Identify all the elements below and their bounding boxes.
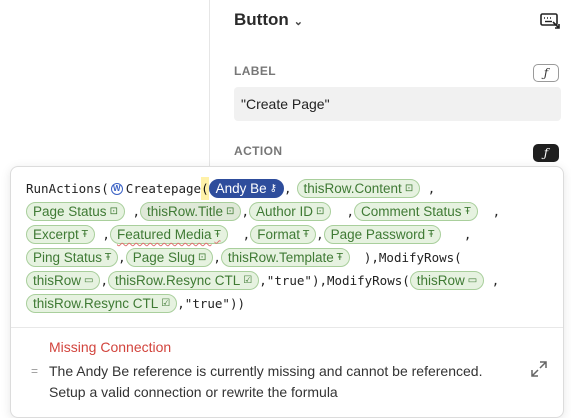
formula-text: , [227,227,251,242]
formula-pill[interactable]: thisRow ▭ [26,271,101,290]
formula-text: , [100,273,108,288]
text-type-icon: Ŧ [302,228,310,240]
pill-label: Ping Status [33,250,103,265]
formula-pill[interactable]: Excerpt Ŧ [26,225,95,244]
formula-text: , [477,204,501,219]
formula-pill-user[interactable]: Andy Be ⚷ [208,179,284,198]
formula-text: , [94,227,110,242]
pill-label: Format [257,227,300,242]
formula-pill[interactable]: thisRow.Resync CTL ☑ [108,271,260,290]
expand-icon[interactable] [530,360,548,378]
chevron-down-icon: ⌄ [293,15,303,28]
text-field-icon: ⊡ [198,251,207,263]
formula-editor-popup: RunActions( W Createpage ( Andy Be ⚷ , th… [10,166,564,418]
error-message: The Andy Be reference is currently missi… [49,363,483,400]
formula-pill[interactable]: Page Status ⊡ [26,202,125,221]
formula-line-6: thisRow.Resync CTL ☑ ,"true")) [26,292,556,315]
formula-text: , [213,250,221,265]
formula-line-2: Page Status ⊡ , thisRow.Title ⊡ , Author I… [26,200,556,223]
formula-text: ,"true"),ModifyRows( [259,273,410,288]
formula-text: , [283,181,292,196]
panel-title-text: Button [234,10,289,29]
formula-text: , [484,273,500,288]
pill-label: thisRow.Content [303,181,402,196]
pill-label: thisRow.Template [227,250,334,265]
text-type-icon: Ŧ [81,228,88,240]
formula-pill[interactable]: thisRow ▭ [409,271,485,290]
formula-pill[interactable]: Ping Status Ŧ [26,248,119,267]
text-type-icon: Ŧ [464,205,471,217]
formula-text: ),ModifyRows( [363,250,462,265]
formula-text: , [316,227,324,242]
pill-label: thisRow.Resync CTL [115,273,241,288]
checkbox-icon: ☑ [243,274,253,286]
formula-pill[interactable]: thisRow.Content ⊡ [296,179,421,198]
text-type-icon: Ŧ [214,228,221,240]
formula-text: ,"true")) [177,296,245,311]
pill-label: Author ID [255,204,313,219]
formula-line-1: RunActions( W Createpage ( Andy Be ⚷ , th… [26,177,556,200]
select-field-icon: ⊡ [109,205,118,217]
pill-label: Page Status [33,204,107,219]
error-title: Missing Connection [49,339,172,355]
text-field-icon: ⊡ [226,205,235,217]
text-type-icon: Ŧ [105,251,112,263]
label-heading: LABEL [234,64,276,78]
row-icon: ▭ [84,274,94,286]
text-field-icon: ⊡ [404,182,414,194]
formula-pill[interactable]: thisRow.Resync CTL ☑ [26,294,178,313]
action-heading: ACTION [234,144,283,158]
text-type-icon: Ŧ [336,251,343,263]
popup-divider [11,327,563,328]
formula-text: , [331,204,354,219]
formula-pill-missing[interactable]: Featured Media Ŧ [109,225,228,244]
action-formula-button[interactable]: ƒ [533,144,559,162]
keyboard-icon[interactable] [540,12,560,30]
pill-label: thisRow.Title [147,204,224,219]
formula-pill[interactable]: Author ID ⊡ [248,202,332,221]
formula-pill[interactable]: Format Ŧ [250,225,317,244]
formula-line-5: thisRow ▭ , thisRow.Resync CTL ☑ ,"true"),… [26,269,556,292]
key-icon: ⚷ [269,182,277,194]
formula-text: , [124,204,141,219]
formula-paren: ( [201,177,209,200]
label-formula-button[interactable]: ƒ [533,64,559,82]
number-field-icon: ⊡ [316,205,325,217]
pill-label: thisRow [416,273,465,288]
pill-label: thisRow.Resync CTL [33,296,159,311]
formula-text: , [241,204,249,219]
pill-label: Comment Status [360,204,462,219]
pill-label: thisRow [33,273,82,288]
formula-text: , [420,181,436,196]
pill-label: Featured Media [116,227,212,242]
formula-pill[interactable]: Comment Status Ŧ [353,202,478,221]
panel-title[interactable]: Button ⌄ [234,10,303,30]
text-type-icon: Ŧ [428,228,435,240]
formula-text: , [441,227,472,242]
formula-pill[interactable]: Page Password Ŧ [323,225,442,244]
wordpress-icon: W [110,182,123,195]
formula-line-3: Excerpt Ŧ , Featured Media Ŧ , Format Ŧ , P… [26,223,556,246]
formula-text: , [118,250,126,265]
formula-editor[interactable]: RunActions( W Createpage ( Andy Be ⚷ , th… [26,177,556,315]
row-icon: ▭ [467,274,478,286]
pill-label: Page Password [330,227,426,242]
formula-text: RunActions( [26,181,109,196]
pill-label: Excerpt [33,227,79,242]
checkbox-icon: ☑ [161,297,171,309]
formula-pill[interactable]: thisRow.Template Ŧ [220,248,350,267]
formula-line-4: Ping Status Ŧ , Page Slug ⊡ , thisRow.Temp… [26,246,556,269]
pill-label: Andy Be [215,181,267,196]
formula-pill[interactable]: thisRow.Title ⊡ [140,202,242,221]
label-input[interactable]: "Create Page" [234,87,561,121]
formula-pill[interactable]: Page Slug ⊡ [125,248,214,267]
formula-text: Createpage [125,181,202,196]
drag-handle-icon[interactable]: = [31,364,41,378]
pill-label: Page Slug [132,250,195,265]
